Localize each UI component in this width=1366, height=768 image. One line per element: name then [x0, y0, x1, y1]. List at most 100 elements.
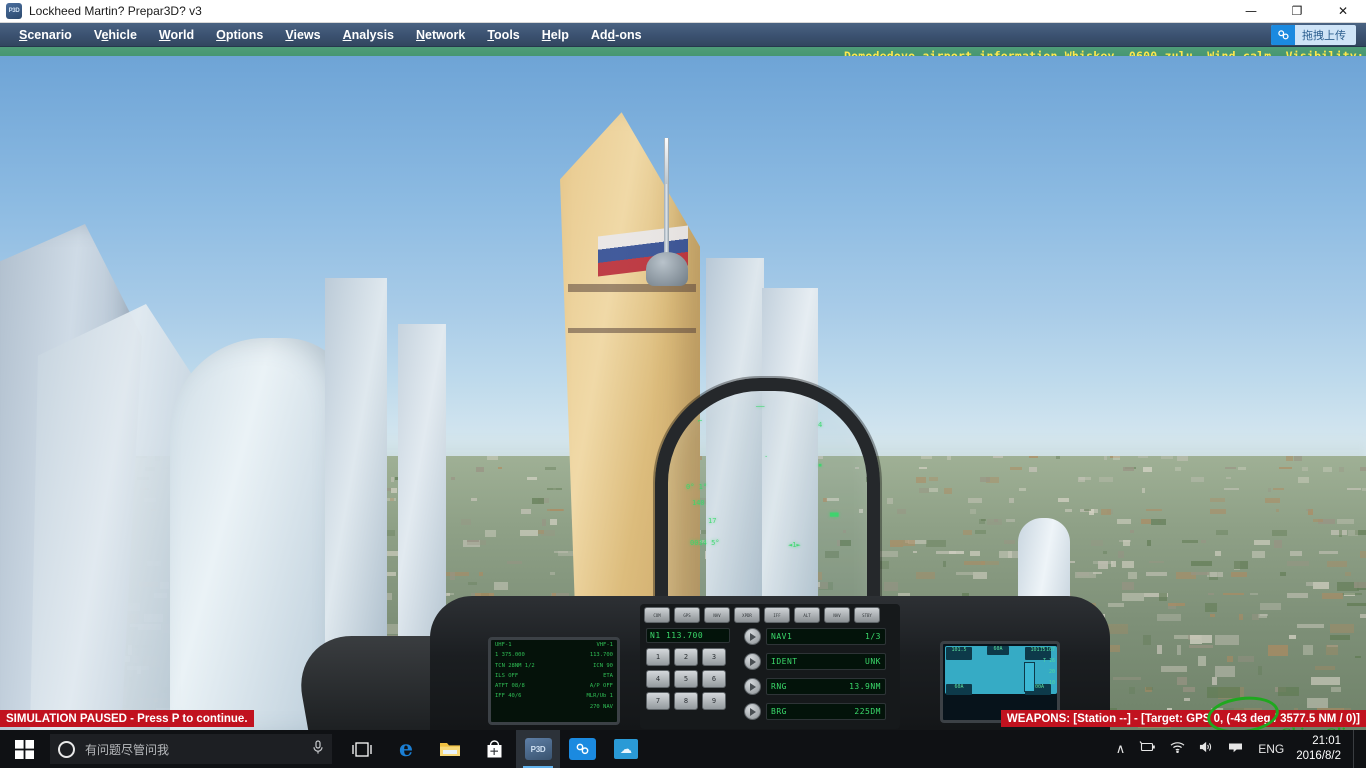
city-block	[549, 508, 563, 512]
keypad-function-button[interactable]: COM	[644, 607, 670, 623]
restore-icon[interactable]: ❐	[1274, 0, 1320, 23]
keypad-function-button[interactable]: NAV	[704, 607, 730, 623]
taskbar-app-file-explorer[interactable]	[428, 730, 472, 768]
keypad-number-button[interactable]: 2	[674, 648, 698, 666]
taskbar-app-baidu-netdisk[interactable]	[560, 730, 604, 768]
city-block	[1252, 550, 1266, 559]
tray-chevron-up-icon[interactable]: ∧	[1109, 742, 1133, 757]
microphone-icon[interactable]	[312, 739, 324, 759]
left-mfd-display[interactable]: UHF-1 VHF-1 1 375.000 113.700 TCN 28NM 1/2 IC…	[488, 637, 620, 725]
start-button[interactable]	[0, 730, 48, 768]
close-icon[interactable]: ✕	[1320, 0, 1366, 23]
menu-item-help[interactable]: Help	[531, 26, 580, 44]
keypad-function-button[interactable]: ALT	[794, 607, 820, 623]
city-block	[956, 571, 974, 576]
city-block	[1359, 550, 1366, 558]
volume-icon[interactable]	[1192, 741, 1221, 757]
keypad-number-button[interactable]: 4	[646, 670, 670, 688]
city-block	[1230, 571, 1247, 577]
city-block	[1005, 519, 1016, 523]
city-block	[928, 487, 938, 493]
baidu-upload-widget[interactable]: 拖拽上传	[1271, 25, 1356, 45]
paused-text: SIMULATION PAUSED - Press P to continue.	[6, 712, 248, 725]
keypad-top-buttons[interactable]: COM GPS NAV XPDR IFF ALT NAV STBY	[644, 607, 880, 623]
menu-item-scenario[interactable]: Scenario	[8, 26, 83, 44]
minimize-icon[interactable]: —	[1228, 0, 1274, 23]
keypad-number-button[interactable]: 3	[702, 648, 726, 666]
keypad-number-button[interactable]: 8	[674, 692, 698, 710]
keypad-select-button[interactable]	[744, 628, 761, 645]
city-block	[467, 582, 478, 585]
taskbar-app-buttons[interactable]: e P3D ☁	[340, 730, 648, 768]
mfd-label: TCN 28NM 1/2	[495, 662, 535, 669]
wifi-icon[interactable]	[1163, 741, 1192, 757]
menu-item-vehicle[interactable]: Vehicle	[83, 26, 148, 44]
hud-symbol: 140	[692, 499, 705, 507]
city-block	[1004, 540, 1016, 544]
engine-readout: 60A	[987, 646, 1009, 655]
city-block	[1028, 466, 1037, 472]
keypad-select-button[interactable]	[744, 703, 761, 720]
menu-item-network[interactable]: Network	[405, 26, 476, 44]
hud-symbol: 4	[818, 421, 823, 429]
taskbar-app-microsoft-edge[interactable]: e	[384, 730, 428, 768]
city-block	[1129, 529, 1134, 533]
simulator-viewport[interactable]: ⌐──40° 1°140170034 5°◄1►▄▄15⌐▪· UHF-1VHF…	[0, 56, 1366, 731]
readout-label: NAV1	[771, 632, 793, 641]
menu-item-analysis[interactable]: Analysis	[332, 26, 405, 44]
city-block	[1302, 466, 1308, 472]
mfd-row: ATFT 08/8 A/P OFF	[491, 681, 617, 691]
keypad-select-button[interactable]	[744, 678, 761, 695]
city-block	[1224, 487, 1240, 491]
keypad-select-button[interactable]	[744, 653, 761, 670]
taskbar-app-prepar3d[interactable]: P3D	[516, 730, 560, 768]
language-indicator[interactable]: ENG	[1250, 742, 1292, 756]
city-block	[1200, 540, 1206, 544]
taskbar-app-cloud-app[interactable]: ☁	[604, 730, 648, 768]
keypad-number-button[interactable]: 6	[702, 670, 726, 688]
p3d-taskbar-icon: P3D	[524, 738, 552, 760]
keypad-number-button[interactable]: 9	[702, 692, 726, 710]
keypad-function-button[interactable]: STBY	[854, 607, 880, 623]
battery-icon[interactable]	[1132, 741, 1163, 757]
keypad-function-button[interactable]: IFF	[764, 607, 790, 623]
city-block	[1275, 508, 1280, 513]
mfd-row: TCN 28NM 1/2 ICN 90	[491, 661, 617, 671]
cortana-search-box[interactable]: 有问题尽管问我	[50, 734, 332, 764]
hud-symbol: 0034 5°	[690, 539, 720, 547]
city-block	[1118, 550, 1124, 559]
menu-item-options[interactable]: Options	[205, 26, 274, 44]
show-desktop-button[interactable]	[1353, 730, 1360, 768]
city-block	[1338, 466, 1345, 472]
keypad-number-button[interactable]: 1	[646, 648, 670, 666]
city-block	[1150, 519, 1166, 526]
hud-symbol: ⌐	[698, 417, 703, 425]
city-block	[1215, 550, 1222, 557]
city-block	[1293, 456, 1303, 462]
keypad-number-button[interactable]: 7	[646, 692, 670, 710]
menu-item-add-ons[interactable]: Add-ons	[580, 26, 653, 44]
keypad-number-grid[interactable]: 123 456 789	[646, 648, 726, 710]
city-block	[944, 487, 952, 494]
menu-item-tools[interactable]: Tools	[476, 26, 530, 44]
menu-item-views[interactable]: Views	[274, 26, 331, 44]
keypad-function-button[interactable]: NAV	[824, 607, 850, 623]
city-block	[915, 571, 935, 579]
taskbar-clock[interactable]: 21:01 2016/8/2	[1292, 734, 1353, 764]
keypad-function-button[interactable]: GPS	[674, 607, 700, 623]
engine-side-label: 20	[1048, 669, 1055, 675]
ime-icon[interactable]	[1221, 741, 1250, 758]
city-block	[1077, 477, 1086, 483]
keypad-function-button[interactable]: XPDR	[734, 607, 760, 623]
ufc-keypad[interactable]: COM GPS NAV XPDR IFF ALT NAV STBY N1 113.700 12…	[640, 604, 900, 729]
keypad-number-button[interactable]: 5	[674, 670, 698, 688]
cloud-app-icon: ☁	[614, 739, 638, 759]
city-block	[1075, 571, 1097, 579]
taskbar-app-microsoft-store[interactable]	[472, 730, 516, 768]
mfd-value: ICN 90	[593, 662, 613, 669]
city-block	[980, 519, 987, 522]
city-block	[1208, 592, 1215, 595]
mfd-row: IFF 40/6 MLR/Ub 1	[491, 691, 617, 701]
taskbar-app-task-view[interactable]	[340, 730, 384, 768]
menu-item-world[interactable]: World	[148, 26, 205, 44]
